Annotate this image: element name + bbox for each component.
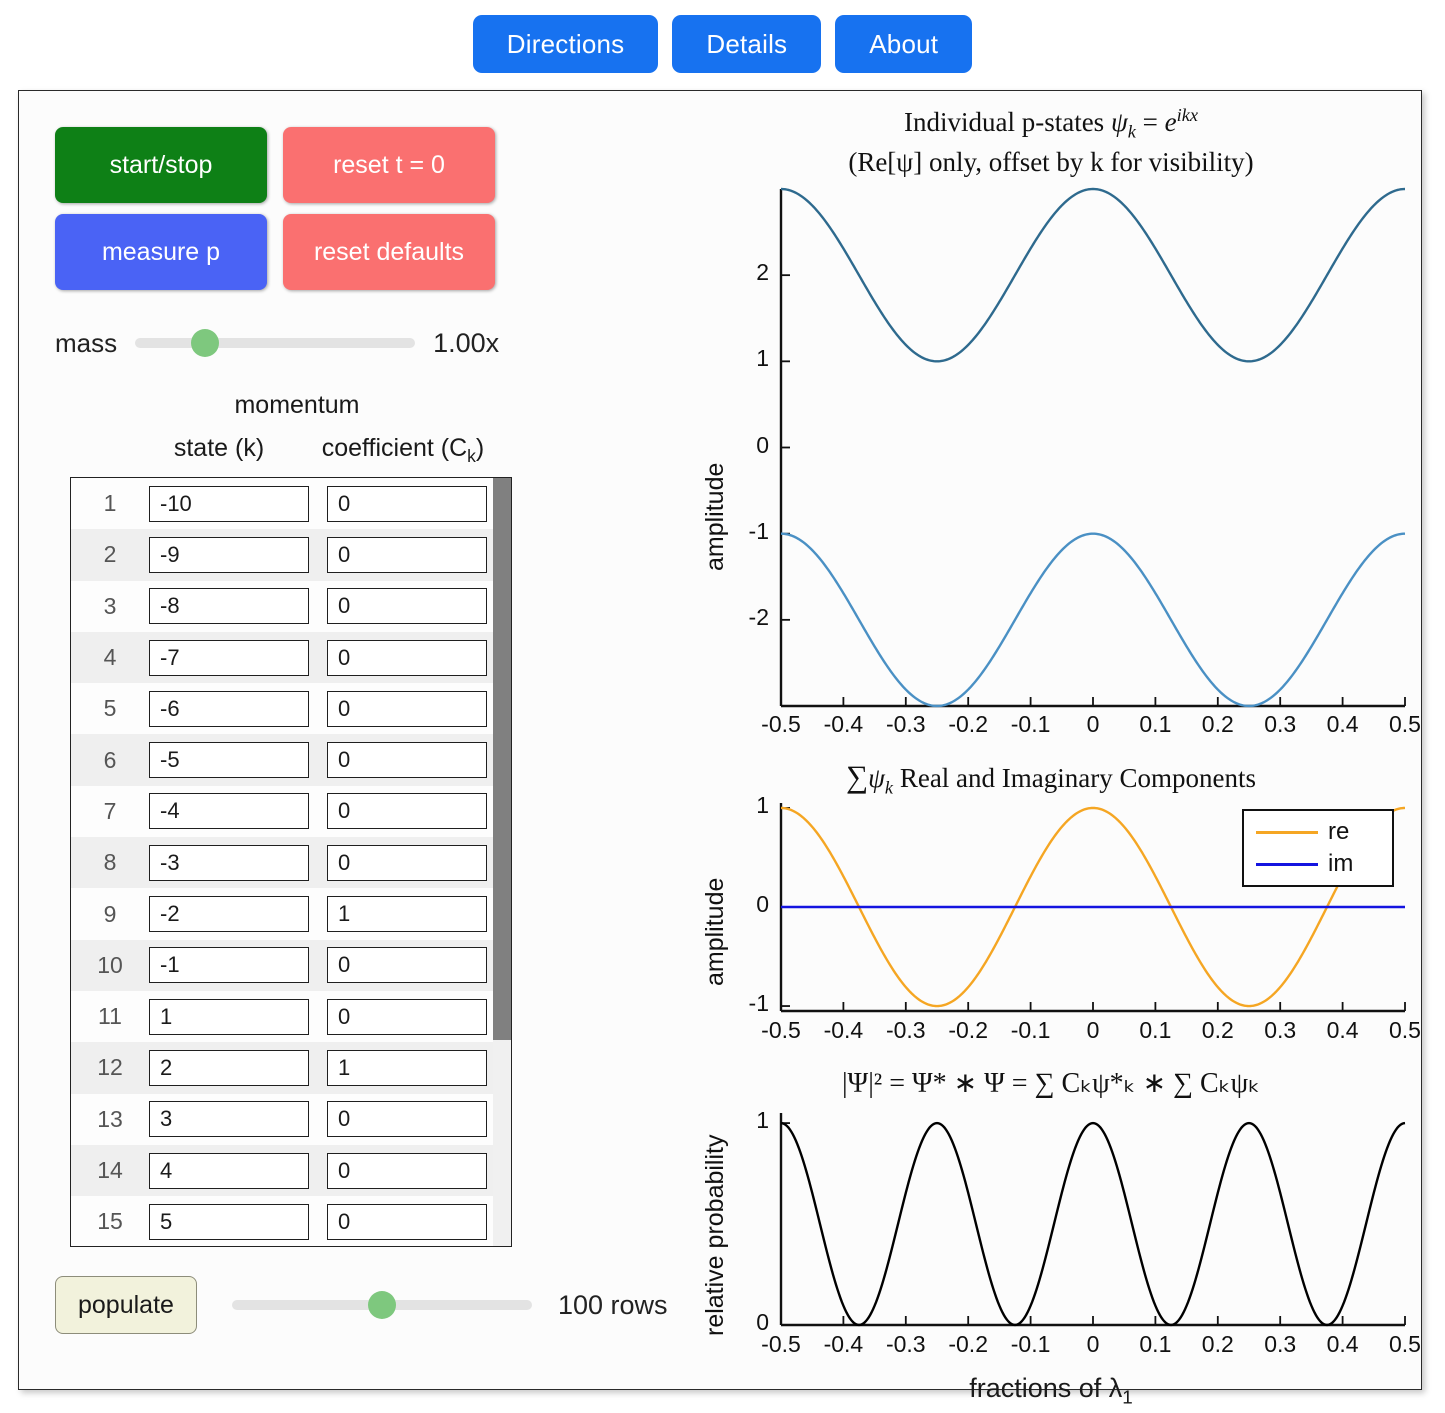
state-k-input[interactable]: 4 bbox=[149, 1152, 309, 1189]
mass-slider[interactable] bbox=[135, 329, 416, 357]
row-index: 14 bbox=[97, 1157, 123, 1183]
coefficient-input[interactable]: 0 bbox=[327, 844, 487, 881]
table-body: 1 -10 0 2 -9 0 3 -8 0 4 -7 0 5 -6 0 6 -5 0 7 -4 0 8 -3 0 9 -2 1 10-… bbox=[71, 478, 496, 1246]
row-index: 8 bbox=[103, 849, 117, 876]
row-index: 6 bbox=[103, 746, 117, 773]
chart-svg bbox=[779, 1113, 1406, 1327]
rows-slider[interactable] bbox=[231, 1291, 532, 1319]
state-k-input[interactable]: 3 bbox=[149, 1101, 309, 1138]
table-row[interactable]: 2 -9 0 bbox=[71, 529, 496, 581]
directions-button[interactable]: Directions bbox=[472, 15, 659, 73]
plot-panel: Individual p-states ψk = eikx (Re[ψ] onl… bbox=[679, 91, 1423, 1408]
coefficient-input[interactable]: 0 bbox=[327, 536, 487, 573]
measure-p-button[interactable]: measure p bbox=[55, 214, 267, 290]
control-panel: start/stop reset t = 0 measure p reset d… bbox=[19, 91, 679, 1391]
row-index: 1 bbox=[103, 490, 117, 517]
coefficient-input[interactable]: 0 bbox=[327, 588, 487, 625]
chart3-xlabel: fractions of λ1 bbox=[969, 1373, 1133, 1409]
table-row[interactable]: 15 5 0 bbox=[71, 1196, 496, 1246]
row-index: 11 bbox=[98, 1003, 122, 1030]
coefficient-input[interactable]: 0 bbox=[327, 742, 487, 779]
rows-slider-thumb[interactable] bbox=[367, 1291, 396, 1319]
coefficient-input[interactable]: 0 bbox=[327, 998, 487, 1035]
chart3-plot-area: -0.5 -0.4 -0.3 -0.2 -0.1 0 0.1 0.2 0.3 0.4 0.5 1 0 bbox=[679, 91, 1423, 1391]
mass-slider-thumb[interactable] bbox=[191, 329, 220, 357]
row-index: 7 bbox=[103, 797, 117, 824]
table-row[interactable]: 10 -1 0 bbox=[71, 939, 496, 991]
state-k-input[interactable]: -5 bbox=[149, 742, 309, 779]
table-scrollbar-thumb[interactable] bbox=[493, 478, 511, 1041]
top-button-bar: Directions Details About bbox=[0, 0, 1445, 88]
state-k-input[interactable]: 5 bbox=[149, 1203, 309, 1240]
reset-time-button[interactable]: reset t = 0 bbox=[283, 127, 495, 203]
chart-series-line bbox=[780, 1121, 1406, 1327]
table-row[interactable]: 9 -2 1 bbox=[71, 888, 496, 940]
coefficient-input[interactable]: 1 bbox=[327, 896, 487, 933]
row-index: 3 bbox=[103, 592, 117, 619]
table-row[interactable]: 3 -8 0 bbox=[71, 580, 496, 632]
state-k-input[interactable]: -7 bbox=[149, 639, 309, 676]
state-k-input[interactable]: -8 bbox=[149, 588, 309, 625]
state-k-input[interactable]: -10 bbox=[149, 485, 309, 522]
app-frame: start/stop reset t = 0 measure p reset d… bbox=[18, 90, 1423, 1408]
start-stop-button[interactable]: start/stop bbox=[55, 127, 267, 203]
table-header: momentum state (k) coefficient (Ck) bbox=[55, 391, 525, 467]
state-k-input[interactable]: -1 bbox=[149, 947, 309, 984]
table-row[interactable]: 7 -4 0 bbox=[71, 785, 496, 838]
table-row[interactable]: 13 3 0 bbox=[71, 1093, 496, 1145]
coefficient-input[interactable]: 0 bbox=[327, 1152, 487, 1189]
table-header-state: state (k) bbox=[173, 434, 265, 462]
row-index: 13 bbox=[97, 1105, 123, 1132]
row-index: 2 bbox=[103, 541, 117, 568]
coefficient-input[interactable]: 1 bbox=[327, 1049, 487, 1086]
populate-button[interactable]: populate bbox=[55, 1276, 197, 1334]
table-row[interactable]: 14 4 0 bbox=[71, 1144, 496, 1197]
momentum-state-table[interactable]: 1 -10 0 2 -9 0 3 -8 0 4 -7 0 5 -6 0 6 -5 0 7 -4 0 8 -3 0 9 -2 1 10-… bbox=[70, 477, 512, 1247]
row-index: 15 bbox=[97, 1208, 123, 1235]
coefficient-input[interactable]: 0 bbox=[327, 1101, 487, 1138]
state-k-input[interactable]: -9 bbox=[149, 536, 309, 573]
table-row[interactable]: 6 -5 0 bbox=[71, 734, 496, 786]
coefficient-input[interactable]: 0 bbox=[327, 947, 487, 984]
coefficient-input[interactable]: 0 bbox=[327, 1203, 487, 1240]
coefficient-input[interactable]: 0 bbox=[327, 690, 487, 727]
table-row[interactable]: 1 -10 0 bbox=[71, 478, 496, 530]
state-k-input[interactable]: -4 bbox=[149, 793, 309, 830]
row-index: 4 bbox=[103, 644, 117, 671]
row-index: 12 bbox=[97, 1054, 123, 1081]
table-header-momentum: momentum bbox=[234, 391, 360, 419]
table-header-coefficient: coefficient (Ck) bbox=[321, 434, 485, 466]
coefficient-input[interactable]: 0 bbox=[327, 639, 487, 676]
table-row[interactable]: 12 2 1 bbox=[71, 1042, 496, 1094]
table-row[interactable]: 8 -3 0 bbox=[71, 837, 496, 889]
mass-value-label: 1.00x bbox=[433, 327, 500, 358]
state-k-input[interactable]: -3 bbox=[149, 844, 309, 881]
rows-value-label: 100 rows bbox=[557, 1289, 668, 1320]
row-index: 5 bbox=[103, 695, 117, 722]
reset-defaults-button[interactable]: reset defaults bbox=[283, 214, 495, 290]
state-k-input[interactable]: -2 bbox=[149, 896, 309, 933]
coefficient-input[interactable]: 0 bbox=[327, 793, 487, 830]
mass-slider-row: mass 1.00x bbox=[55, 323, 545, 363]
table-row[interactable]: 11 1 0 bbox=[71, 990, 496, 1043]
table-row[interactable]: 4 -7 0 bbox=[71, 631, 496, 684]
coefficient-input[interactable]: 0 bbox=[327, 485, 487, 522]
state-k-input[interactable]: 2 bbox=[149, 1049, 309, 1086]
populate-row: populate 100 rows bbox=[55, 1276, 668, 1334]
table-scrollbar[interactable] bbox=[493, 478, 511, 1246]
mass-slider-label: mass bbox=[55, 327, 118, 358]
about-button[interactable]: About bbox=[835, 15, 973, 73]
details-button[interactable]: Details bbox=[672, 15, 822, 73]
state-k-input[interactable]: 1 bbox=[149, 998, 309, 1035]
state-k-input[interactable]: -6 bbox=[149, 690, 309, 727]
row-index: 9 bbox=[103, 900, 117, 927]
row-index: 10 bbox=[97, 951, 123, 978]
table-row[interactable]: 5 -6 0 bbox=[71, 683, 496, 735]
